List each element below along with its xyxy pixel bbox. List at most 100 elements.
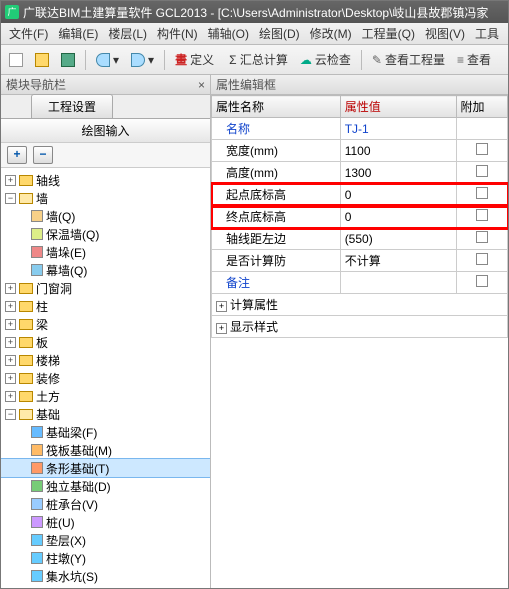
tree-node-foundation[interactable]: −基础: [1, 405, 210, 423]
menu-floor[interactable]: 楼层(L): [104, 23, 151, 44]
tree-node-wall-q[interactable]: 墙(Q): [1, 207, 210, 225]
tree-node-found-jcl[interactable]: 基础梁(F): [1, 423, 210, 441]
tree-node-found-z[interactable]: 桩(U): [1, 513, 210, 531]
property-row[interactable]: 备注: [212, 272, 508, 294]
prop-name: 起点底标高: [212, 184, 341, 206]
prop-value[interactable]: 1100: [340, 140, 456, 162]
tree-node-found-dc[interactable]: 垫层(X): [1, 531, 210, 549]
tree-node-beam[interactable]: +梁: [1, 315, 210, 333]
tree-node-found-zct[interactable]: 桩承台(V): [1, 495, 210, 513]
window-title: 广联达BIM土建算量软件 GCL2013 - [C:\Users\Adminis…: [23, 4, 488, 21]
prop-value[interactable]: 不计算: [340, 250, 456, 272]
tree-node-found-fb[interactable]: 筏板基础(M): [1, 441, 210, 459]
tree-node-wall-qd[interactable]: 墙垛(E): [1, 243, 210, 261]
tree-node-found-jsk[interactable]: 集水坑(S): [1, 567, 210, 585]
expand-all-button[interactable]: +: [7, 146, 27, 164]
view-eng-label: 查看工程量: [385, 51, 445, 68]
tree-node-wall-mq[interactable]: 幕墙(Q): [1, 261, 210, 279]
component-tree[interactable]: +轴线 −墙 墙(Q) 保温墙(Q) 墙垛(E) 幕墙(Q) +门窗洞 +柱 +…: [1, 168, 210, 588]
col-attach[interactable]: 附加: [456, 96, 508, 118]
prop-name: 终点底标高: [212, 206, 341, 228]
checkbox-icon[interactable]: [476, 231, 488, 243]
prop-attach-cell[interactable]: [456, 140, 508, 162]
sub-header-draw-input[interactable]: 绘图输入: [1, 119, 210, 143]
tree-node-slab[interactable]: +板: [1, 333, 210, 351]
prop-value[interactable]: (550): [340, 228, 456, 250]
prop-name: 高度(mm): [212, 162, 341, 184]
tree-node-wall-bw[interactable]: 保温墙(Q): [1, 225, 210, 243]
sum-button[interactable]: Σ 汇总计算: [222, 49, 292, 70]
prop-value[interactable]: TJ-1: [340, 118, 456, 140]
prop-attach-cell[interactable]: [456, 184, 508, 206]
property-row[interactable]: 终点底标高0: [212, 206, 508, 228]
tree-node-found-dg[interactable]: 地沟(G): [1, 585, 210, 588]
prop-value[interactable]: [340, 272, 456, 294]
tree-node-wall[interactable]: −墙: [1, 189, 210, 207]
checkbox-icon[interactable]: [476, 253, 488, 265]
tree-node-found-zd[interactable]: 柱墩(Y): [1, 549, 210, 567]
redo-button[interactable]: ▾: [127, 51, 158, 69]
tree-node-door[interactable]: +门窗洞: [1, 279, 210, 297]
tree-node-found-dl[interactable]: 独立基础(D): [1, 477, 210, 495]
redo-icon: [131, 53, 145, 67]
property-row[interactable]: 名称TJ-1: [212, 118, 508, 140]
property-row[interactable]: 宽度(mm)1100: [212, 140, 508, 162]
prop-attach-cell[interactable]: [456, 206, 508, 228]
tree-node-found-tx[interactable]: 条形基础(T): [1, 459, 210, 477]
tree-node-stair[interactable]: +楼梯: [1, 351, 210, 369]
view-eng-button[interactable]: ✎查看工程量: [368, 49, 449, 70]
menu-aux-axis[interactable]: 辅轴(O): [204, 23, 253, 44]
panel-toggle-icon[interactable]: ×: [198, 78, 205, 92]
menu-quantity[interactable]: 工程量(Q): [358, 23, 419, 44]
define-icon: 畫: [175, 51, 187, 68]
calc-icon: ≡: [457, 53, 464, 67]
checkbox-icon[interactable]: [476, 209, 488, 221]
group-calc-props[interactable]: +计算属性: [212, 294, 508, 316]
prop-attach-cell[interactable]: [456, 250, 508, 272]
prop-attach-cell[interactable]: [456, 228, 508, 250]
navigator-header: 模块导航栏 ×: [1, 75, 210, 95]
tree-node-earth[interactable]: +土方: [1, 387, 210, 405]
tabs-row: 工程设置: [1, 95, 210, 119]
menu-tool[interactable]: 工具: [471, 23, 503, 44]
menu-component[interactable]: 构件(N): [153, 23, 202, 44]
undo-button[interactable]: ▾: [92, 51, 123, 69]
new-button[interactable]: [5, 51, 27, 69]
col-value[interactable]: 属性值: [340, 96, 456, 118]
col-name[interactable]: 属性名称: [212, 96, 341, 118]
menu-view[interactable]: 视图(V): [421, 23, 469, 44]
menu-draw[interactable]: 绘图(D): [255, 23, 304, 44]
property-row[interactable]: 起点底标高0: [212, 184, 508, 206]
prop-value[interactable]: 0: [340, 184, 456, 206]
prop-value[interactable]: 1300: [340, 162, 456, 184]
property-row[interactable]: 高度(mm)1300: [212, 162, 508, 184]
menu-file[interactable]: 文件(F): [5, 23, 52, 44]
property-row[interactable]: 是否计算防不计算: [212, 250, 508, 272]
checkbox-icon[interactable]: [476, 275, 488, 287]
prop-value[interactable]: 0: [340, 206, 456, 228]
group-display-style[interactable]: +显示样式: [212, 316, 508, 338]
open-button[interactable]: [31, 51, 53, 69]
tree-node-column[interactable]: +柱: [1, 297, 210, 315]
cloud-label: 云检查: [315, 51, 351, 68]
prop-attach-cell[interactable]: [456, 162, 508, 184]
prop-attach-cell[interactable]: [456, 272, 508, 294]
menu-edit[interactable]: 编辑(E): [54, 23, 102, 44]
cloud-check-button[interactable]: ☁云检查: [296, 49, 355, 70]
save-button[interactable]: [57, 51, 79, 69]
view-calc-button[interactable]: ≡查看: [453, 49, 495, 70]
define-button[interactable]: 畫定义: [171, 49, 218, 70]
tab-project-settings[interactable]: 工程设置: [31, 94, 113, 118]
define-label: 定义: [190, 51, 214, 68]
checkbox-icon[interactable]: [476, 165, 488, 177]
collapse-all-button[interactable]: −: [33, 146, 53, 164]
property-row[interactable]: 轴线距左边(550): [212, 228, 508, 250]
checkbox-icon[interactable]: [476, 187, 488, 199]
tree-node-deco[interactable]: +装修: [1, 369, 210, 387]
prop-attach-cell[interactable]: [456, 118, 508, 140]
property-header-row: 属性名称 属性值 附加: [212, 96, 508, 118]
prop-name: 名称: [212, 118, 341, 140]
menu-modify[interactable]: 修改(M): [306, 23, 356, 44]
tree-node-axis[interactable]: +轴线: [1, 171, 210, 189]
checkbox-icon[interactable]: [476, 143, 488, 155]
